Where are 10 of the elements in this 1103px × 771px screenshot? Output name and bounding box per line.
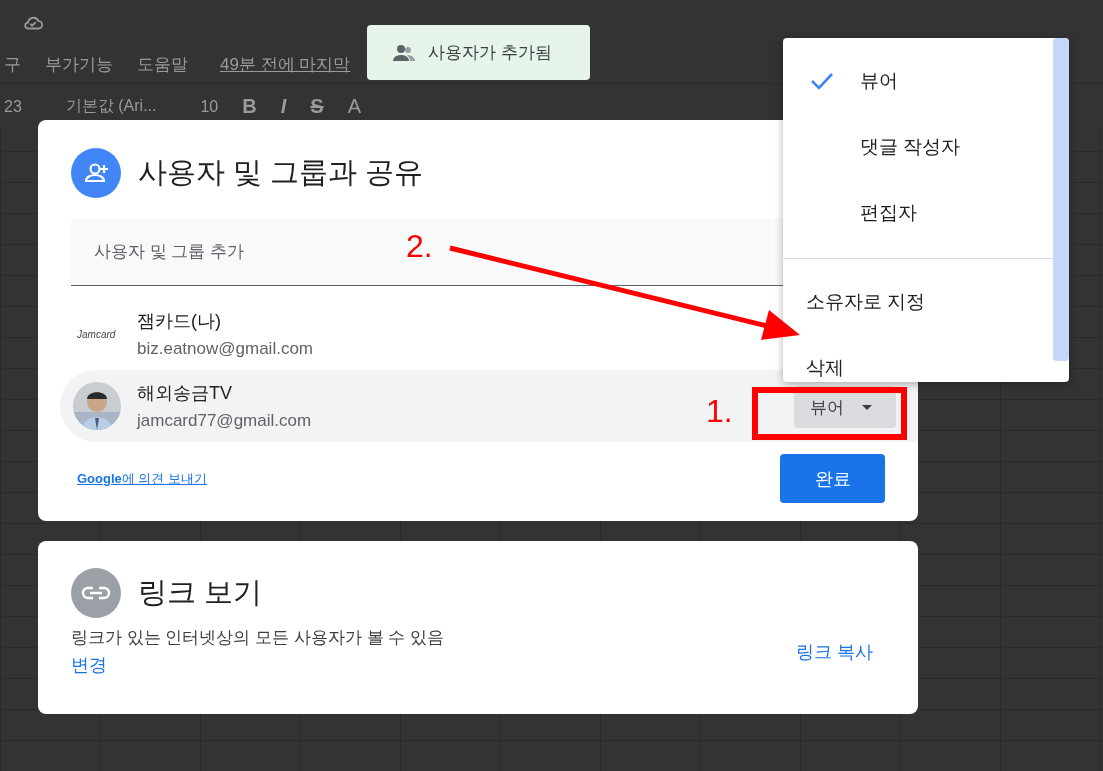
logo: Jamcard xyxy=(77,328,116,340)
toast-text: 사용자가 추가됨 xyxy=(428,42,552,64)
dialog-title: 링크 보기 xyxy=(138,575,263,610)
annotation-number: 2. xyxy=(406,228,433,265)
dialog-title: 사용자 및 그룹과 공유 xyxy=(138,155,424,190)
person-name: 잼카드(나) xyxy=(137,310,222,333)
person-name: 해외송금TV xyxy=(137,382,233,405)
person-email: biz.eatnow@gmail.com xyxy=(137,339,314,359)
annotation-number: 1. xyxy=(706,393,733,430)
link-description: 링크가 있는 인터넷상의 모든 사용자가 볼 수 있음 xyxy=(71,627,446,649)
